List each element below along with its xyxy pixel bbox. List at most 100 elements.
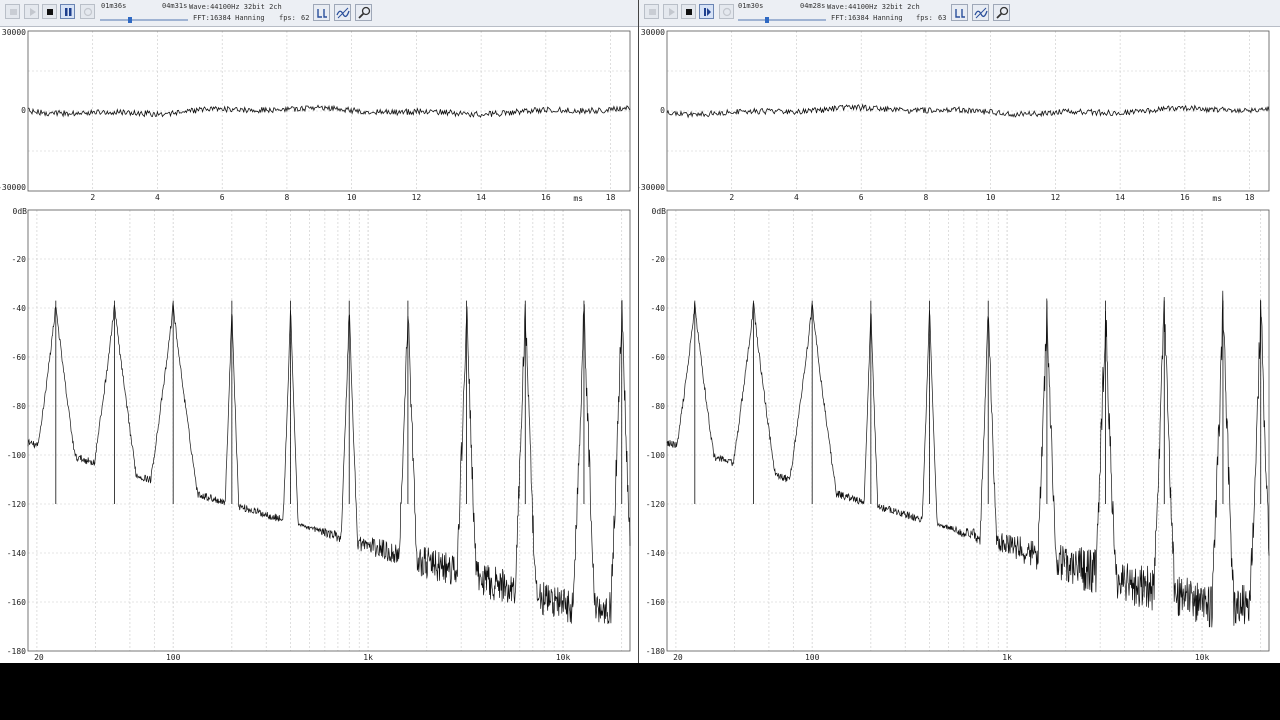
wave-x-tick: 18 <box>606 193 616 202</box>
spec-y-tick: -100 <box>646 451 665 460</box>
zoom-icon <box>996 6 1009 19</box>
elapsed-time: 01m36s <box>101 2 127 10</box>
spec-x-tick: 1k <box>1002 653 1012 662</box>
rewind-icon <box>649 9 656 15</box>
rewind-button[interactable] <box>644 4 659 19</box>
wave-x-tick: 12 <box>1051 193 1061 202</box>
fps-label: fps: <box>279 14 296 22</box>
wave-y-tick: -30000 <box>0 183 26 192</box>
wave-y-tick: 0 <box>660 106 665 115</box>
spec-y-tick: -40 <box>12 304 27 313</box>
step-button[interactable] <box>699 4 714 19</box>
wave-settings-icon <box>336 7 350 19</box>
wave-x-tick: 4 <box>155 193 160 202</box>
channel-button[interactable] <box>951 4 968 21</box>
fps-value: 63 <box>938 14 947 22</box>
zoom-button[interactable] <box>355 4 372 21</box>
play-icon <box>30 8 36 16</box>
wave-x-tick: 14 <box>1115 193 1125 202</box>
channel-icon <box>955 9 965 18</box>
spec-x-tick: 100 <box>166 653 181 662</box>
wave-y-tick: 30000 <box>641 28 665 37</box>
stop-icon <box>686 9 692 15</box>
play-button[interactable] <box>663 4 678 19</box>
pause-icon <box>65 8 72 16</box>
spec-y-tick: -40 <box>651 304 666 313</box>
spec-y-tick: -60 <box>12 353 27 362</box>
spec-x-tick: 10k <box>556 653 571 662</box>
seek-thumb[interactable] <box>128 17 132 23</box>
fps-label: fps: <box>916 14 933 22</box>
spec-x-tick: 20 <box>673 653 683 662</box>
wave-x-unit: ms <box>573 194 583 203</box>
wave-settings-button[interactable] <box>334 4 351 21</box>
wave-x-tick: 6 <box>859 193 864 202</box>
rewind-icon <box>10 9 17 15</box>
spectrum-trace <box>666 290 1270 628</box>
fft-info: FFT:16384 Hanning <box>831 14 903 22</box>
play-icon <box>669 8 675 16</box>
stop-icon <box>47 9 53 15</box>
seek-bar[interactable] <box>100 19 188 21</box>
spec-y-tick: -80 <box>651 402 666 411</box>
wave-x-tick: 12 <box>412 193 422 202</box>
spectrum-trace <box>27 300 631 625</box>
spec-y-tick: -60 <box>651 353 666 362</box>
wave-info: Wave:44100Hz 32bit 2ch <box>827 3 920 11</box>
wave-x-tick: 4 <box>794 193 799 202</box>
wave-x-unit: ms <box>1212 194 1222 203</box>
spectrum-line <box>27 300 631 625</box>
spec-y-tick: -140 <box>646 549 665 558</box>
waveform-plot-right: 30000 0 -30000 2 4 6 8 10 12 14 16 18 ms <box>639 28 1270 203</box>
spec-x-tick: 100 <box>805 653 820 662</box>
total-time: 04m31s <box>162 2 188 10</box>
seek-bar[interactable] <box>738 19 826 21</box>
wave-x-tick: 2 <box>729 193 734 202</box>
seek-thumb[interactable] <box>765 17 769 23</box>
channel-icon <box>317 9 327 18</box>
zoom-button[interactable] <box>993 4 1010 21</box>
wave-x-tick: 18 <box>1245 193 1255 202</box>
toolbar-left: 01m36s 04m31s Wave:44100Hz 32bit 2ch FFT… <box>0 0 638 27</box>
fft-info: FFT:16384 Hanning <box>193 14 265 22</box>
spec-y-tick: -120 <box>7 500 26 509</box>
rewind-button[interactable] <box>5 4 20 19</box>
wave-x-tick: 10 <box>986 193 996 202</box>
spec-y-tick: -20 <box>651 255 666 264</box>
wave-x-tick: 16 <box>1180 193 1190 202</box>
wave-settings-button[interactable] <box>972 4 989 21</box>
waveform-plot-left: 30000 0 -30000 2 4 6 8 10 12 14 16 18 ms <box>0 28 631 203</box>
wave-y-tick: -30000 <box>639 183 665 192</box>
channel-button[interactable] <box>313 4 330 21</box>
fps-value: 62 <box>301 14 310 22</box>
spectrum-line <box>666 290 1270 628</box>
spec-x-tick: 10k <box>1195 653 1210 662</box>
elapsed-time: 01m30s <box>738 2 764 10</box>
wave-x-tick: 14 <box>476 193 486 202</box>
spectrum-plot-left: 0dB -20 -40 -60 -80 -100 -120 -140 -160 -180 20 10… <box>7 207 631 662</box>
wave-y-tick: 30000 <box>2 28 26 37</box>
spec-y-tick: -140 <box>7 549 26 558</box>
spec-y-tick: -180 <box>7 647 26 656</box>
play-button[interactable] <box>24 4 39 19</box>
pause-button[interactable] <box>60 4 75 19</box>
stop-button[interactable] <box>681 4 696 19</box>
spec-y-tick: -100 <box>7 451 26 460</box>
analyzer-window-right: 01m30s 04m28s Wave:44100Hz 32bit 2ch FFT… <box>639 0 1280 663</box>
spec-y-tick: 0dB <box>13 207 28 216</box>
toolbar-right: 01m30s 04m28s Wave:44100Hz 32bit 2ch FFT… <box>639 0 1280 27</box>
loop-button[interactable] <box>80 4 95 19</box>
spec-y-tick: -80 <box>12 402 27 411</box>
zoom-icon <box>358 6 371 19</box>
spec-x-tick: 20 <box>34 653 44 662</box>
wave-x-tick: 2 <box>90 193 95 202</box>
analyzer-window-left: 01m36s 04m31s Wave:44100Hz 32bit 2ch FFT… <box>0 0 638 663</box>
stop-button[interactable] <box>42 4 57 19</box>
spec-y-tick: -160 <box>7 598 26 607</box>
wave-y-tick: 0 <box>21 106 26 115</box>
wave-x-tick: 8 <box>285 193 290 202</box>
loop-button[interactable] <box>719 4 734 19</box>
spec-y-tick: -20 <box>12 255 27 264</box>
wave-x-tick: 8 <box>924 193 929 202</box>
step-icon <box>704 8 711 16</box>
